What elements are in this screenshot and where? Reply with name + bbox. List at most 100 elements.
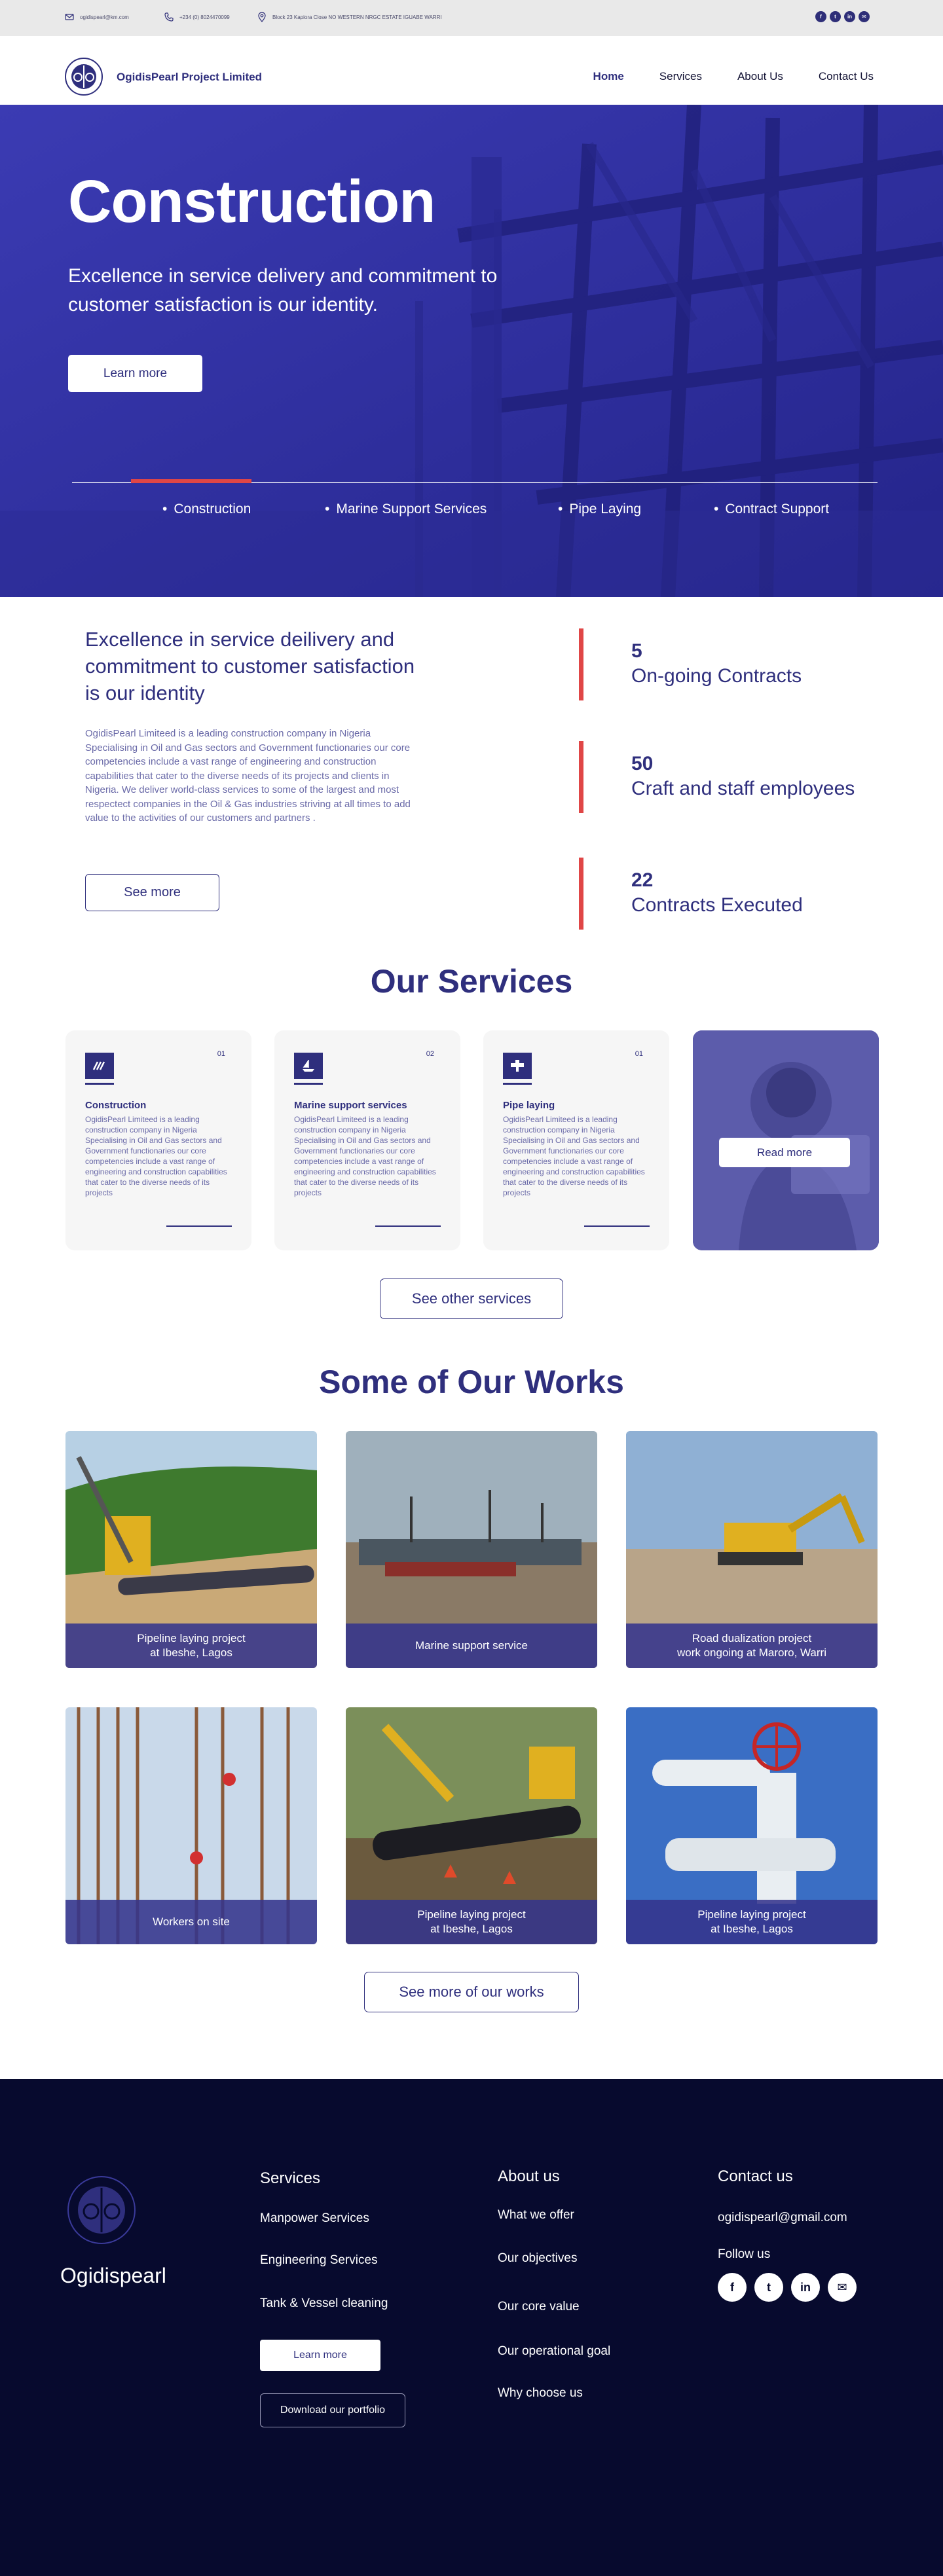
footer-logo[interactable] xyxy=(67,2176,136,2244)
service-title: Marine support services xyxy=(294,1100,407,1111)
about-paragraph: OgidisPearl Limiteed is a leading constr… xyxy=(85,728,411,824)
service-card-marine[interactable]: 02 Marine support services OgidisPearl L… xyxy=(274,1030,460,1250)
service-card-construction[interactable]: 01 Construction OgidisPearl Limiteed is … xyxy=(65,1030,251,1250)
work-item-pipeline-1[interactable]: Pipeline laying project at Ibeshe, Lagos xyxy=(65,1431,317,1668)
footer-link-why-choose-us[interactable]: Why choose us xyxy=(498,2386,583,2401)
footer-services-column: Services Manpower Services Engineering S… xyxy=(260,2169,388,2310)
service-promo-card: Read more xyxy=(693,1030,879,1250)
email-text: ogidispearl@km.com xyxy=(80,14,129,20)
service-description: OgidisPearl Limiteed is a leading constr… xyxy=(503,1115,645,1197)
service-card-line xyxy=(166,1225,232,1227)
footer-contact-title: Contact us xyxy=(718,2168,793,2185)
work-caption: Pipeline laying project at Ibeshe, Lagos xyxy=(346,1900,597,1944)
service-card-pipe-laying[interactable]: 01 Pipe laying OgidisPearl Limiteed is a… xyxy=(483,1030,669,1250)
service-number: 01 xyxy=(217,1050,225,1058)
work-item-pipeline-3[interactable]: Pipeline laying project at Ibeshe, Lagos xyxy=(626,1707,878,1944)
phone-icon xyxy=(164,12,174,22)
hero-category-indicator xyxy=(131,479,251,483)
pearl-logo-icon xyxy=(71,64,96,89)
footer-link-engineering[interactable]: Engineering Services xyxy=(260,2253,378,2268)
work-item-road-dualization[interactable]: Road dualization project work ongoing at… xyxy=(626,1431,878,1668)
stat-number: 5 xyxy=(631,640,642,662)
about-see-more-button[interactable]: See more xyxy=(85,874,219,911)
footer-email-link[interactable]: ogidispearl@gmail.com xyxy=(718,2211,847,2225)
stat-accent-bar xyxy=(579,858,583,930)
work-caption: Pipeline laying project at Ibeshe, Lagos xyxy=(626,1900,878,1944)
stat-label: Craft and staff employees xyxy=(631,778,855,799)
footer-services-title: Services xyxy=(260,2169,321,2187)
site-footer: Ogidispearl Services Manpower Services E… xyxy=(0,2079,943,2576)
service-card-line xyxy=(375,1225,441,1227)
work-item-marine[interactable]: Marine support service xyxy=(346,1431,597,1668)
twitter-icon[interactable]: t xyxy=(754,2273,783,2302)
footer-learn-more-button[interactable]: Learn more xyxy=(260,2340,380,2371)
pipe-icon xyxy=(503,1053,532,1079)
linkedin-icon[interactable]: in xyxy=(791,2273,820,2302)
address-text: Block 23 Kapiora Close NO WESTERN NRGC E… xyxy=(272,14,442,20)
read-more-button[interactable]: Read more xyxy=(719,1138,850,1167)
footer-link-objectives[interactable]: Our objectives xyxy=(498,2251,577,2266)
boat-icon xyxy=(294,1053,323,1079)
footer-about-title: About us xyxy=(498,2168,560,2185)
twitter-icon[interactable]: t xyxy=(830,11,841,22)
footer-about-column: About us What we offer Our objectives Ou… xyxy=(498,2168,610,2400)
stat-accent-bar xyxy=(579,628,583,700)
work-item-pipeline-2[interactable]: Pipeline laying project at Ibeshe, Lagos xyxy=(346,1707,597,1944)
footer-contact-column: Contact us ogidispearl@gmail.com Follow … xyxy=(718,2168,847,2261)
footer-brand: Ogidispearl xyxy=(60,2264,166,2287)
service-card-line xyxy=(584,1225,650,1227)
works-heading: Some of Our Works xyxy=(319,1364,624,1400)
footer-link-what-we-offer[interactable]: What we offer xyxy=(498,2208,574,2222)
location-pin-icon xyxy=(258,12,266,22)
service-description: OgidisPearl Limiteed is a leading constr… xyxy=(294,1115,436,1197)
hero-category-construction[interactable]: Construction xyxy=(162,501,251,517)
service-number: 01 xyxy=(635,1050,643,1058)
phone-contact[interactable]: +234 (0) 8024470099 xyxy=(164,12,230,22)
hero-section: Construction Excellence in service deliv… xyxy=(0,105,943,597)
service-number: 02 xyxy=(426,1050,434,1058)
work-item-workers[interactable]: Workers on site xyxy=(65,1707,317,1944)
work-caption: Workers on site xyxy=(65,1900,317,1944)
footer-link-core-value[interactable]: Our core value xyxy=(498,2300,580,2314)
service-icon-underline xyxy=(85,1083,114,1085)
hero-category-marine[interactable]: Marine Support Services xyxy=(325,501,487,517)
mail-icon[interactable]: ✉ xyxy=(828,2273,857,2302)
hero-title: Construction xyxy=(68,168,435,235)
hero-category-contract-support[interactable]: Contract Support xyxy=(714,501,829,517)
service-title: Pipe laying xyxy=(503,1100,555,1111)
nav-about[interactable]: About Us xyxy=(737,70,783,83)
see-other-services-button[interactable]: See other services xyxy=(380,1279,563,1319)
brand-name[interactable]: OgidisPearl Project Limited xyxy=(117,71,262,84)
hero-subtitle: Excellence in service delivery and commi… xyxy=(68,265,498,316)
nav-home[interactable]: Home xyxy=(593,70,624,83)
see-more-works-button[interactable]: See more of our works xyxy=(364,1972,579,2012)
footer-link-operational-goal[interactable]: Our operational goal xyxy=(498,2344,610,2359)
hero-learn-more-button[interactable]: Learn more xyxy=(68,355,202,392)
footer-link-manpower[interactable]: Manpower Services xyxy=(260,2211,369,2226)
facebook-icon[interactable]: f xyxy=(718,2273,747,2302)
main-navigation: OgidisPearl Project Limited Home Service… xyxy=(0,36,943,105)
nav-services[interactable]: Services xyxy=(659,70,702,83)
footer-link-tank-cleaning[interactable]: Tank & Vessel cleaning xyxy=(260,2296,388,2311)
phone-text: +234 (0) 8024470099 xyxy=(179,14,230,20)
footer-follow-label: Follow us xyxy=(718,2247,771,2261)
service-icon-underline xyxy=(294,1083,323,1085)
linkedin-icon[interactable]: in xyxy=(844,11,855,22)
top-contact-bar: ogidispearl@km.com +234 (0) 8024470099 B… xyxy=(0,0,943,36)
work-caption: Marine support service xyxy=(346,1624,597,1668)
company-logo[interactable] xyxy=(65,58,103,96)
download-portfolio-button[interactable]: Download our portfolio xyxy=(260,2393,405,2427)
email-contact[interactable]: ogidispearl@km.com xyxy=(64,12,129,22)
mail-icon xyxy=(65,14,74,20)
pearl-logo-icon xyxy=(78,2186,125,2234)
mail-icon[interactable]: ✉ xyxy=(859,11,870,22)
work-caption: Road dualization project work ongoing at… xyxy=(626,1624,878,1668)
nav-contact[interactable]: Contact Us xyxy=(819,70,874,83)
facebook-icon[interactable]: f xyxy=(815,11,826,22)
services-heading: Our Services xyxy=(370,963,573,1000)
stat-label: On-going Contracts xyxy=(631,665,802,687)
service-icon-underline xyxy=(503,1083,532,1085)
hero-category-pipe-laying[interactable]: Pipe Laying xyxy=(558,501,641,517)
service-title: Construction xyxy=(85,1100,147,1111)
stat-number: 22 xyxy=(631,869,654,891)
